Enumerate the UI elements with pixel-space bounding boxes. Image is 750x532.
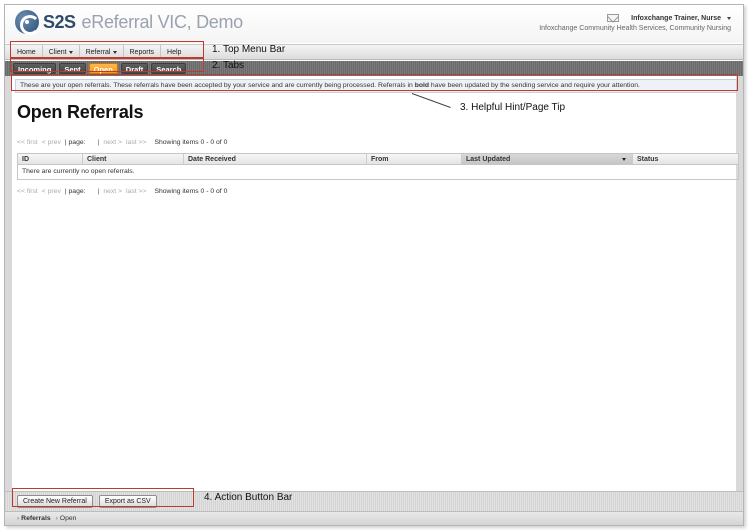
breadcrumb-arrow-icon: › <box>17 515 20 522</box>
user-name: Infoxchange Trainer, Nurse <box>631 14 721 22</box>
pager-page-label: | page: <box>64 139 86 146</box>
pager-last-link[interactable]: last >> <box>126 188 146 195</box>
column-header-date-received[interactable]: Date Received <box>184 154 367 164</box>
chevron-down-icon <box>727 16 731 20</box>
logo-app-name: eReferral VIC, Demo <box>81 11 244 32</box>
page-tip-text-before: These are your open referrals. These ref… <box>20 82 415 89</box>
breadcrumb-label: Open <box>59 515 77 522</box>
annotation-label-top-menu: 1. Top Menu Bar <box>212 44 286 55</box>
pager-next-link[interactable]: next > <box>103 139 122 146</box>
menu-item-label: Client <box>48 49 67 56</box>
pager-page-label: | page: <box>64 188 86 195</box>
menu-item-reports[interactable]: Reports <box>124 45 162 60</box>
column-header-from[interactable]: From <box>367 154 462 164</box>
tab-draft[interactable]: Draft <box>120 63 149 74</box>
referral-tabs: Incoming Sent Open Draft Search <box>13 63 187 74</box>
breadcrumb-item-referrals[interactable]: › Referrals <box>17 515 51 522</box>
column-header-client[interactable]: Client <box>83 154 184 164</box>
column-header-last-updated[interactable]: Last Updated <box>462 154 633 164</box>
pager-last-link[interactable]: last >> <box>126 139 146 146</box>
export-csv-button[interactable]: Export as CSV <box>98 495 157 508</box>
menu-item-home[interactable]: Home <box>11 45 43 60</box>
pager-first-link[interactable]: << first <box>17 139 38 146</box>
breadcrumb-item-open: › Open <box>56 515 77 522</box>
tab-bar: Incoming Sent Open Draft Search <box>5 61 743 76</box>
pager-separator: | <box>97 139 100 146</box>
page-tip-text-after: have been updated by the sending service… <box>429 82 640 89</box>
annotation-label-action-bar: 4. Action Button Bar <box>204 492 293 503</box>
tab-incoming[interactable]: Incoming <box>13 63 57 74</box>
referrals-table: ID Client Date Received From Last Update… <box>17 153 739 180</box>
pager-showing: Showing items 0 - 0 of 0 <box>154 139 228 146</box>
pager-separator: | <box>97 188 100 195</box>
pager-prev-link[interactable]: < prev <box>42 188 61 195</box>
chevron-down-icon <box>112 50 117 54</box>
pager-prev-link[interactable]: < prev <box>42 139 61 146</box>
menu-item-label: Home <box>17 49 36 56</box>
logo-brand: S2S <box>43 11 76 32</box>
menu-item-client[interactable]: Client <box>43 45 80 60</box>
menu-item-help[interactable]: Help <box>161 45 187 60</box>
app-header: S2S eReferral VIC, Demo Infoxchange Trai… <box>5 5 743 43</box>
pager-first-link[interactable]: << first <box>17 188 38 195</box>
column-header-id[interactable]: ID <box>18 154 83 164</box>
menu-item-label: Referral <box>85 49 111 56</box>
user-panel: Infoxchange Trainer, Nurse Infoxchange C… <box>539 14 731 32</box>
breadcrumb: › Referrals › Open <box>17 515 76 522</box>
chevron-down-icon <box>68 50 73 54</box>
app-window: S2S eReferral VIC, Demo Infoxchange Trai… <box>4 4 744 526</box>
pager-top: << first < prev | page: | next > last >>… <box>17 139 227 146</box>
page-title: Open Referrals <box>17 102 144 122</box>
pager-next-link[interactable]: next > <box>103 188 122 195</box>
column-header-label: Last Updated <box>466 156 511 163</box>
sort-desc-icon <box>622 158 626 161</box>
page-tip: These are your open referrals. These ref… <box>15 79 737 93</box>
table-empty-row: There are currently no open referrals. <box>22 168 135 175</box>
menu-item-referral[interactable]: Referral <box>80 45 124 60</box>
menu-item-label: Reports <box>129 49 155 56</box>
table-header: ID Client Date Received From Last Update… <box>18 154 738 165</box>
create-new-referral-button[interactable]: Create New Referral <box>17 495 93 508</box>
top-menu-bar: Home Client Referral Reports Help <box>5 44 743 60</box>
breadcrumb-label: Referrals <box>21 515 51 522</box>
action-buttons: Create New Referral Export as CSV <box>17 495 157 508</box>
user-organisation: Infoxchange Community Health Services, C… <box>539 25 731 32</box>
s2s-logo-icon <box>15 10 40 35</box>
tab-open[interactable]: Open <box>88 63 118 74</box>
menu-item-label: Help <box>167 49 182 56</box>
breadcrumb-bar: › Referrals › Open <box>5 511 743 525</box>
page-tip-bold-word: bold <box>414 82 430 89</box>
pager-showing: Showing items 0 - 0 of 0 <box>154 188 228 195</box>
breadcrumb-arrow-icon: › <box>55 515 58 522</box>
annotation-label-hint: 3. Helpful Hint/Page Tip <box>460 102 566 113</box>
pager-bottom: << first < prev | page: | next > last >>… <box>17 188 227 195</box>
user-menu[interactable]: Infoxchange Trainer, Nurse <box>539 14 731 22</box>
action-button-bar: Create New Referral Export as CSV <box>5 491 743 511</box>
top-menu: Home Client Referral Reports Help <box>11 45 187 60</box>
annotation-label-tabs: 2. Tabs <box>212 60 245 71</box>
tab-search[interactable]: Search <box>151 63 187 74</box>
s2s-logo[interactable]: S2S eReferral VIC, Demo <box>15 10 244 35</box>
column-header-status[interactable]: Status <box>633 154 738 164</box>
mail-icon[interactable] <box>607 14 620 22</box>
tab-sent[interactable]: Sent <box>59 63 86 74</box>
